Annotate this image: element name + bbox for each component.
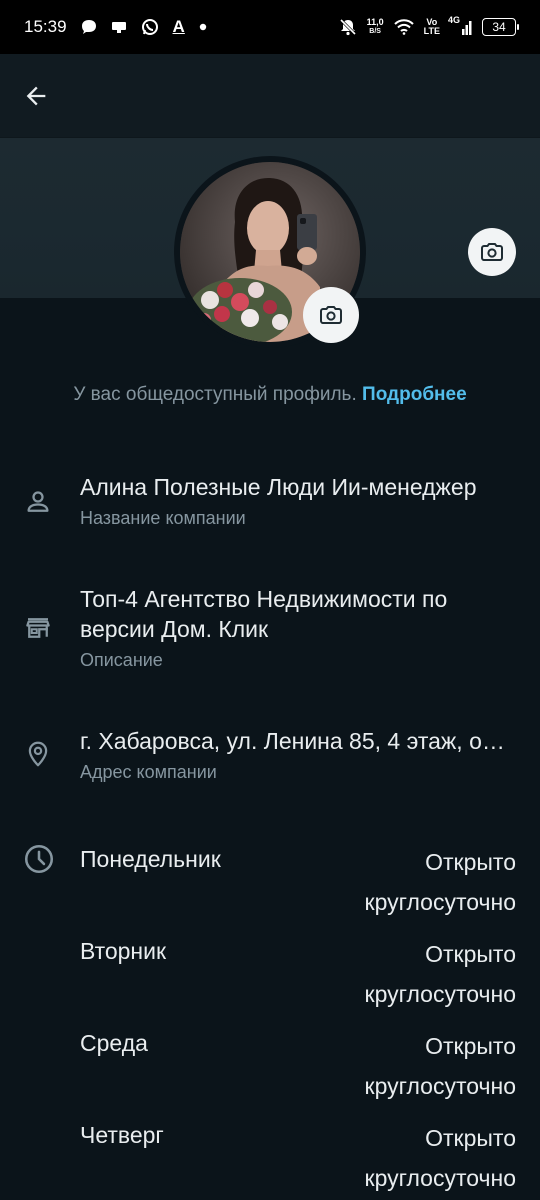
hours-row-monday: Понедельник Открыто круглосуточно	[80, 842, 516, 922]
day-label: Понедельник	[80, 846, 221, 872]
day-label: Четверг	[80, 1122, 164, 1148]
change-avatar-button[interactable]	[303, 287, 359, 343]
company-address: г. Хабаровса, ул. Ленина 85, 4 этаж, офи…	[80, 728, 518, 754]
status-time: 15:39	[24, 17, 67, 36]
info-row-address[interactable]: г. Хабаровса, ул. Ленина 85, 4 этаж, офи…	[0, 726, 540, 796]
person-icon	[22, 486, 54, 518]
description-label: Описание	[80, 650, 163, 670]
network-type: 4G	[448, 15, 461, 25]
address-label: Адрес компании	[80, 762, 217, 782]
clock-icon	[22, 842, 56, 876]
day-status: Открыто круглосуточно	[364, 849, 517, 915]
wifi-icon	[393, 19, 414, 35]
hours-row-tuesday: Вторник Открыто круглосуточно	[80, 934, 516, 1014]
hours-row-thursday: Четверг Открыто круглосуточно	[80, 1118, 516, 1198]
info-text: Алина Полезные Люди Ии-менеджер Название…	[80, 472, 526, 530]
mute-icon	[339, 18, 357, 36]
change-cover-button[interactable]	[468, 228, 516, 276]
location-pin-icon	[22, 738, 54, 770]
camera-icon	[481, 243, 503, 261]
dot-icon	[199, 23, 207, 31]
day-label: Среда	[80, 1030, 148, 1056]
status-bar: 15:39 A 11,0 B/S Vo LTE 4G 34	[0, 0, 540, 54]
day-status: Открыто круглосуточно	[364, 1033, 517, 1099]
company-description: Топ-4 Агентство Недвижимости по версии Д…	[80, 586, 448, 642]
cast-icon	[111, 20, 127, 34]
company-name-label: Название компании	[80, 508, 246, 528]
whatsapp-icon	[141, 18, 159, 36]
arrow-left-icon	[26, 86, 46, 106]
battery-indicator: 34	[482, 18, 519, 36]
app-bar	[0, 54, 540, 138]
store-icon	[22, 612, 54, 644]
public-profile-note: У вас общедоступный профиль. Подробнее	[0, 384, 540, 406]
camera-icon	[320, 306, 342, 324]
info-text: г. Хабаровса, ул. Ленина 85, 4 этаж, офи…	[80, 726, 518, 784]
company-name: Алина Полезные Люди Ии-менеджер	[80, 474, 477, 500]
public-profile-text: У вас общедоступный профиль.	[73, 384, 357, 405]
info-row-company-name[interactable]: Алина Полезные Люди Ии-менеджер Название…	[0, 472, 540, 542]
day-status: Открыто круглосуточно	[364, 941, 517, 1007]
learn-more-link[interactable]: Подробнее	[362, 384, 467, 405]
status-right: 11,0 B/S Vo LTE 4G 34	[339, 15, 519, 36]
info-text: Топ-4 Агентство Недвижимости по версии Д…	[80, 584, 526, 672]
text-app-icon: A	[172, 17, 185, 36]
status-left: 15:39 A	[24, 17, 207, 37]
net-speed-unit: B/S	[369, 28, 381, 35]
day-status: Открыто круглосуточно	[364, 1125, 517, 1191]
day-label: Вторник	[80, 938, 167, 964]
volte-indicator: Vo LTE	[424, 18, 440, 36]
hours-row-wednesday: Среда Открыто круглосуточно	[80, 1026, 516, 1106]
chat-bubble-icon	[81, 20, 97, 34]
signal-icon: 4G	[448, 15, 472, 36]
net-speed: 11,0 B/S	[367, 18, 384, 36]
net-speed-value: 11,0	[366, 17, 384, 27]
back-button[interactable]	[16, 76, 56, 116]
info-row-description[interactable]: Топ-4 Агентство Недвижимости по версии Д…	[0, 584, 540, 684]
lte-label: LTE	[423, 26, 440, 36]
